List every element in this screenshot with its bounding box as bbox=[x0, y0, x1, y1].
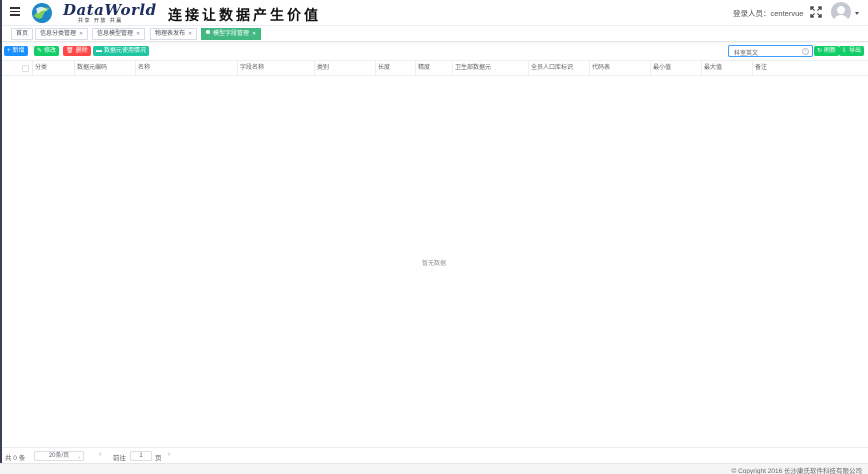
add-button[interactable]: + 新增 bbox=[4, 46, 28, 56]
brand-subtitle: 共享 开放 共赢 bbox=[78, 18, 123, 24]
column-header[interactable]: 长度 bbox=[376, 61, 416, 76]
trash-icon: 🗑 bbox=[66, 48, 74, 54]
avatar-dropdown-caret-icon[interactable] bbox=[855, 12, 859, 15]
close-icon[interactable]: ✕ bbox=[136, 31, 140, 37]
tag-home[interactable]: 首页 bbox=[11, 28, 34, 40]
table-header: 分类 数据元编码 名称 字段名称 类别 长度 精度 卫生部数据元 全员人口库标识… bbox=[2, 60, 868, 76]
column-header[interactable]: 名称 bbox=[136, 61, 238, 76]
edit-button[interactable]: ✎ 修改 bbox=[34, 46, 60, 56]
dataworld-logo-icon bbox=[32, 3, 52, 23]
plus-icon: + bbox=[7, 48, 11, 54]
folder-icon: ▬ bbox=[96, 48, 102, 54]
empty-table-text: 暂无数据 bbox=[421, 261, 446, 267]
column-header[interactable]: 卫生部数据元 bbox=[453, 61, 529, 76]
slogan: 连接让数据产生价值 bbox=[168, 8, 321, 24]
tag-physical-table[interactable]: 物理表发布 ✕ bbox=[150, 28, 198, 40]
fullscreen-icon[interactable] bbox=[810, 6, 822, 18]
goto-label: 前往 bbox=[113, 455, 126, 462]
hamburger-menu-icon[interactable] bbox=[10, 7, 20, 17]
column-header[interactable]: 全员人口库标识 bbox=[529, 61, 590, 76]
refresh-icon: ↻ bbox=[817, 48, 823, 54]
column-header[interactable]: 数据元编码 bbox=[75, 61, 136, 76]
search-input[interactable]: 科室英文 × bbox=[728, 45, 813, 57]
column-header[interactable]: 代码表 bbox=[590, 61, 651, 76]
download-icon: ⇩ bbox=[842, 48, 848, 54]
login-user-label: 登录人员：centervue bbox=[733, 9, 804, 18]
close-icon[interactable]: ✕ bbox=[252, 31, 256, 37]
tags-view-bar: 首页 信息分类管理 ✕ 信息模型管理 ✕ 物理表发布 ✕ 模型字段管理 ✕ bbox=[2, 26, 868, 42]
pagination: 共 0 条 20条/页 ⌄ ‹ 前往 1 页 › bbox=[2, 447, 868, 463]
prev-page-icon[interactable]: ‹ bbox=[99, 451, 101, 458]
page-number-input[interactable]: 1 bbox=[130, 451, 152, 461]
top-header: DataWorld 共享 开放 共赢 连接让数据产生价值 登录人员：center… bbox=[2, 0, 868, 26]
column-header[interactable]: 分类 bbox=[33, 61, 75, 76]
next-page-icon[interactable]: › bbox=[168, 451, 170, 458]
column-header[interactable]: 最小值 bbox=[651, 61, 702, 76]
copyright-text: © Copyright 2016 长沙康氏软件科技有限公司 bbox=[731, 468, 863, 474]
column-header[interactable]: 字段名称 bbox=[238, 61, 315, 76]
user-avatar[interactable] bbox=[831, 2, 851, 22]
column-header[interactable]: 类别 bbox=[315, 61, 376, 76]
refresh-button[interactable]: ↻ 刷新 bbox=[814, 46, 840, 56]
column-header[interactable]: 精度 bbox=[416, 61, 453, 76]
export-button[interactable]: ⇩ 导出 bbox=[839, 46, 865, 56]
delete-button[interactable]: 🗑 删除 bbox=[63, 46, 91, 56]
column-header[interactable]: 备注 bbox=[753, 61, 868, 76]
edit-icon: ✎ bbox=[37, 48, 43, 54]
close-icon[interactable]: ✕ bbox=[79, 31, 83, 37]
close-icon[interactable]: ✕ bbox=[188, 31, 192, 37]
total-count: 共 0 条 bbox=[5, 455, 26, 462]
chevron-down-icon: ⌄ bbox=[77, 454, 82, 460]
page-size-select[interactable]: 20条/页 ⌄ bbox=[34, 451, 84, 461]
tag-model-field[interactable]: 模型字段管理 ✕ bbox=[201, 28, 262, 40]
usage-button[interactable]: ▬ 数据元使用情况 bbox=[93, 46, 150, 56]
footer: © Copyright 2016 长沙康氏软件科技有限公司 bbox=[0, 463, 868, 474]
column-header[interactable]: 最大值 bbox=[702, 61, 753, 76]
clear-icon[interactable]: × bbox=[802, 48, 809, 55]
select-column bbox=[2, 61, 33, 76]
tag-info-model[interactable]: 信息模型管理 ✕ bbox=[92, 28, 146, 40]
tag-info-category[interactable]: 信息分类管理 ✕ bbox=[35, 28, 89, 40]
page-unit-label: 页 bbox=[155, 455, 162, 462]
select-all-checkbox[interactable] bbox=[22, 65, 29, 72]
